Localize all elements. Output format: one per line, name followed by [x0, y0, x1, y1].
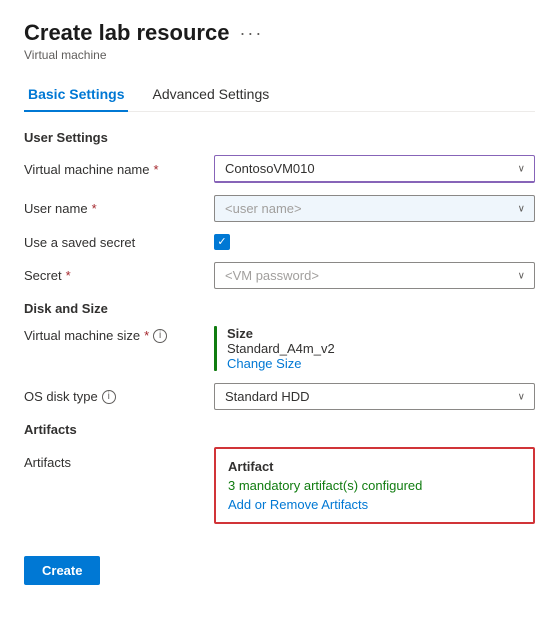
vm-size-info-icon: i	[153, 329, 167, 343]
tab-bar: Basic Settings Advanced Settings	[24, 78, 535, 112]
artifacts-box: Artifact 3 mandatory artifact(s) configu…	[214, 447, 535, 524]
user-settings-section-title: User Settings	[24, 130, 535, 145]
artifacts-label: Artifacts	[24, 447, 214, 470]
page-header: Create lab resource ··· Virtual machine	[24, 20, 535, 62]
add-remove-artifacts-link[interactable]: Add or Remove Artifacts	[228, 497, 368, 512]
ellipsis-menu[interactable]: ···	[239, 23, 263, 44]
change-size-link[interactable]: Change Size	[227, 356, 335, 371]
artifact-desc: 3 mandatory artifact(s) configured	[228, 478, 521, 493]
saved-secret-label: Use a saved secret	[24, 235, 214, 250]
os-disk-dropdown[interactable]: Standard HDD	[214, 383, 535, 410]
tab-advanced[interactable]: Advanced Settings	[148, 78, 273, 112]
page-subtitle: Virtual machine	[24, 48, 535, 62]
create-button[interactable]: Create	[24, 556, 100, 585]
user-name-required-star: *	[92, 201, 97, 216]
vm-size-label: Virtual machine size * i	[24, 326, 214, 343]
artifact-heading: Artifact	[228, 459, 521, 474]
vm-name-row: Virtual machine name * ContosoVM010 ∨	[24, 155, 535, 183]
tab-basic[interactable]: Basic Settings	[24, 78, 128, 112]
user-name-control: ∨	[214, 195, 535, 222]
saved-secret-checkbox[interactable]: ✓	[214, 234, 230, 250]
os-disk-control: Standard HDD ∨	[214, 383, 535, 410]
secret-label: Secret *	[24, 268, 214, 283]
user-name-input[interactable]	[214, 195, 535, 222]
os-disk-info-icon: i	[102, 390, 116, 404]
user-name-label: User name *	[24, 201, 214, 216]
vm-name-control: ContosoVM010 ∨	[214, 155, 535, 183]
user-name-row: User name * ∨	[24, 195, 535, 222]
os-disk-label: OS disk type i	[24, 389, 214, 404]
vm-size-required-star: *	[144, 328, 149, 343]
check-icon: ✓	[217, 237, 226, 248]
page-title: Create lab resource	[24, 20, 229, 46]
secret-required-star: *	[66, 268, 71, 283]
size-heading: Size	[227, 326, 335, 341]
green-bar	[214, 326, 217, 371]
vm-size-control: Size Standard_A4m_v2 Change Size	[214, 326, 535, 371]
vm-name-dropdown[interactable]: ContosoVM010	[214, 155, 535, 183]
os-disk-row: OS disk type i Standard HDD ∨	[24, 383, 535, 410]
vm-size-row: Virtual machine size * i Size Standard_A…	[24, 326, 535, 371]
artifacts-control: Artifact 3 mandatory artifact(s) configu…	[214, 447, 535, 524]
secret-dropdown[interactable]: <VM password>	[214, 262, 535, 289]
saved-secret-row: Use a saved secret ✓	[24, 234, 535, 250]
artifacts-section-title: Artifacts	[24, 422, 535, 437]
secret-control: <VM password> ∨	[214, 262, 535, 289]
artifacts-row: Artifacts Artifact 3 mandatory artifact(…	[24, 447, 535, 524]
saved-secret-control: ✓	[214, 234, 535, 250]
size-value: Standard_A4m_v2	[227, 341, 335, 356]
secret-row: Secret * <VM password> ∨	[24, 262, 535, 289]
required-star: *	[154, 162, 159, 177]
vm-name-label: Virtual machine name *	[24, 162, 214, 177]
disk-size-section-title: Disk and Size	[24, 301, 535, 316]
